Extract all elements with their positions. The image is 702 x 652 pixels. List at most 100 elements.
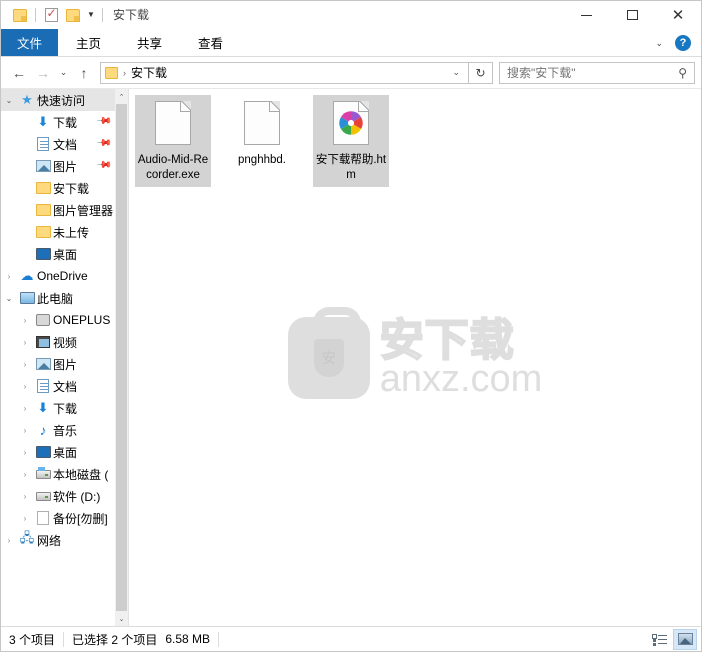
help-button[interactable]: ?	[675, 35, 691, 51]
tab-home[interactable]: 主页	[58, 29, 119, 56]
expand-chevron-icon[interactable]: ›	[17, 426, 33, 435]
music-icon: ♪	[39, 422, 47, 438]
sidebar-item-20[interactable]: › 🖧 网络	[1, 529, 115, 551]
downloads-icon: ⬇	[37, 400, 49, 415]
expand-chevron-icon[interactable]: ⌄	[1, 96, 17, 105]
status-selection-count: 已选择 2 个项目	[72, 632, 158, 647]
sidebar-item-9[interactable]: ⌄ 此电脑	[1, 287, 115, 309]
navigation-pane: ⌄ ★ 快速访问 ⬇ 下载 📌 文档 📌 图片 📌 安下载 图片管理器 未上传 桌面 › ☁ OneDrive ⌄…	[1, 89, 129, 626]
folder-icon	[33, 182, 53, 194]
pin-icon[interactable]: 📌	[95, 156, 114, 175]
path-history-chevron-down-icon[interactable]: ⌄	[446, 67, 466, 78]
qat-separator-2	[102, 8, 103, 22]
pin-icon[interactable]: 📌	[95, 134, 114, 153]
expand-chevron-icon[interactable]: ›	[17, 316, 33, 325]
file-items-grid: Audio-Mid-Recorder.exe pnghhbd. 安下载帮助.htm	[129, 89, 701, 195]
sidebar-item-19[interactable]: › 备份[勿删]	[1, 507, 115, 529]
sidebar-item-7[interactable]: 桌面	[1, 243, 115, 265]
close-button[interactable]: ✕	[655, 1, 701, 29]
ribbon-right-controls: ⌄ ?	[649, 29, 697, 57]
status-separator	[63, 631, 65, 647]
expand-chevron-icon[interactable]: ›	[1, 536, 17, 545]
expand-chevron-icon[interactable]: ›	[17, 338, 33, 347]
sidebar-item-15[interactable]: › ♪ 音乐	[1, 419, 115, 441]
expand-chevron-icon[interactable]: ⌄	[1, 294, 17, 303]
quick-access-toolbar: ▼	[1, 1, 107, 29]
expand-chevron-icon[interactable]: ›	[17, 404, 33, 413]
details-view-button[interactable]	[647, 629, 671, 650]
maximize-button[interactable]	[609, 1, 655, 29]
file-list-pane[interactable]: 安 安下载 anxz.com Audio-Mid-Recorder.exe png…	[129, 89, 701, 626]
file-item[interactable]: pnghhbd.	[224, 95, 300, 187]
this-pc-icon	[17, 292, 37, 304]
sidebar-item-12[interactable]: › 图片	[1, 353, 115, 375]
sidebar-item-8[interactable]: › ☁ OneDrive	[1, 265, 115, 287]
qat-properties-icon[interactable]	[40, 4, 62, 26]
sidebar-item-14[interactable]: › ⬇ 下载	[1, 397, 115, 419]
search-input[interactable]	[507, 65, 679, 80]
scroll-up-button[interactable]: ⌃	[115, 89, 128, 104]
sidebar-item-1[interactable]: ⬇ 下载 📌	[1, 111, 115, 133]
sidebar-item-label: 文档	[53, 379, 78, 394]
status-item-count: 3 个项目	[9, 632, 56, 647]
expand-chevron-icon[interactable]: ›	[17, 514, 33, 523]
address-path-box[interactable]: › 安下载 ⌄	[100, 61, 469, 84]
expand-chevron-icon[interactable]: ›	[17, 470, 33, 479]
sidebar-item-3[interactable]: 图片 📌	[1, 155, 115, 177]
tab-share[interactable]: 共享	[119, 29, 180, 56]
address-bar: ← → ⌄ ↑ › 安下载 ⌄ ↻ ⚲	[1, 57, 701, 89]
up-button[interactable]: ↑	[72, 61, 96, 85]
sidebar-item-label: 网络	[37, 533, 62, 548]
file-item[interactable]: 安下载帮助.htm	[313, 95, 389, 187]
forward-button[interactable]: →	[31, 61, 55, 85]
minimize-button[interactable]	[563, 1, 609, 29]
recent-locations-chevron-down-icon[interactable]: ⌄	[55, 61, 72, 85]
sidebar-item-18[interactable]: › 软件 (D:)	[1, 485, 115, 507]
pin-icon[interactable]: 📌	[95, 112, 114, 131]
sidebar-item-16[interactable]: › 桌面	[1, 441, 115, 463]
expand-chevron-icon[interactable]: ›	[17, 382, 33, 391]
onedrive-icon: ☁	[20, 268, 34, 283]
phone-icon	[33, 314, 53, 326]
large-icons-view-button[interactable]	[673, 628, 697, 650]
sidebar-item-label: 安下载	[53, 181, 90, 196]
sidebar-item-label: 图片	[53, 357, 78, 372]
expand-chevron-icon[interactable]: ›	[17, 492, 33, 501]
sidebar-item-label: OneDrive	[37, 269, 88, 283]
tab-file[interactable]: 文件	[1, 29, 59, 56]
explorer-window: ▼ 安下载 ✕ 文件 主页 共享 查看 ⌄ ? ← → ⌄ ↑ › 安下载 ⌄ …	[0, 0, 702, 652]
videos-icon	[33, 336, 53, 348]
scrollbar-thumb[interactable]	[116, 104, 127, 611]
window-body: ⌄ ★ 快速访问 ⬇ 下载 📌 文档 📌 图片 📌 安下载 图片管理器 未上传 桌面 › ☁ OneDrive ⌄…	[1, 89, 701, 626]
sidebar-item-10[interactable]: › ONEPLUS	[1, 309, 115, 331]
sidebar-item-4[interactable]: 安下载	[1, 177, 115, 199]
sidebar-item-17[interactable]: › 本地磁盘 (	[1, 463, 115, 485]
file-item[interactable]: Audio-Mid-Recorder.exe	[135, 95, 211, 187]
sidebar-item-11[interactable]: › 视频	[1, 331, 115, 353]
ribbon-expand-chevron-down-icon[interactable]: ⌄	[649, 38, 669, 49]
sidebar-item-2[interactable]: 文档 📌	[1, 133, 115, 155]
system-drive-icon	[33, 466, 53, 479]
sidebar-item-label: 软件 (D:)	[53, 489, 101, 504]
qat-customize-chevron-down-icon[interactable]: ▼	[84, 4, 98, 26]
close-icon: ✕	[671, 6, 685, 24]
tab-view[interactable]: 查看	[180, 29, 241, 56]
file-icon	[149, 99, 197, 147]
qat-folder-icon[interactable]	[9, 4, 31, 26]
search-box[interactable]: ⚲	[499, 61, 695, 84]
back-button[interactable]: ←	[7, 61, 31, 85]
expand-chevron-icon[interactable]: ›	[17, 448, 33, 457]
search-icon[interactable]: ⚲	[678, 66, 690, 80]
breadcrumb[interactable]: 安下载	[131, 64, 446, 81]
sidebar-item-13[interactable]: › 文档	[1, 375, 115, 397]
refresh-button[interactable]: ↻	[469, 61, 493, 84]
sidebar-item-0[interactable]: ⌄ ★ 快速访问	[1, 89, 115, 111]
navigation-scrollbar[interactable]: ⌃ ⌄	[115, 89, 128, 626]
qat-new-folder-icon[interactable]	[62, 4, 84, 26]
expand-chevron-icon[interactable]: ›	[1, 272, 17, 281]
scroll-down-button[interactable]: ⌄	[115, 611, 128, 626]
navigation-tree: ⌄ ★ 快速访问 ⬇ 下载 📌 文档 📌 图片 📌 安下载 图片管理器 未上传 桌面 › ☁ OneDrive ⌄…	[1, 89, 115, 626]
sidebar-item-5[interactable]: 图片管理器	[1, 199, 115, 221]
sidebar-item-6[interactable]: 未上传	[1, 221, 115, 243]
expand-chevron-icon[interactable]: ›	[17, 360, 33, 369]
